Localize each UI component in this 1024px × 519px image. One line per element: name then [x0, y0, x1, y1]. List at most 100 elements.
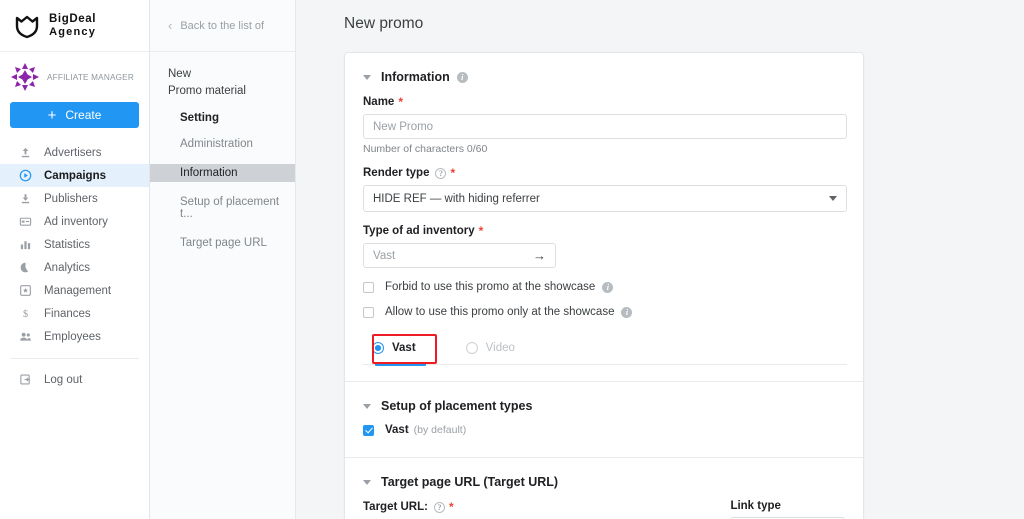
name-field-label: Name *	[363, 95, 845, 109]
information-section: Information i Name * New Promo Number of…	[345, 53, 863, 381]
info-icon[interactable]: i	[456, 71, 468, 83]
info-icon[interactable]: i	[621, 306, 633, 318]
render-type-label: Render type ? *	[363, 166, 845, 180]
chevron-left-icon: ‹	[168, 18, 173, 33]
subnav-item-administration[interactable]: Administration	[150, 135, 295, 153]
name-input-placeholder: New Promo	[373, 120, 434, 133]
ad-inventory-input[interactable]: Vast →	[363, 243, 556, 268]
subnav-item-information[interactable]: Information	[150, 164, 295, 183]
back-to-list-label: Back to the list of	[180, 19, 265, 32]
card-icon	[18, 215, 32, 229]
name-input[interactable]: New Promo	[363, 114, 847, 139]
required-asterisk: *	[450, 166, 456, 180]
allow-showcase-label: Allow to use this promo only at the show…	[385, 306, 615, 318]
placement-section-header: Setup of placement types	[363, 382, 845, 424]
required-asterisk: *	[478, 224, 484, 238]
snowflake-star-icon	[11, 63, 39, 91]
forbid-showcase-row[interactable]: Forbid to use this promo at the showcase…	[363, 281, 845, 293]
subpanel-title: New Promo material	[150, 52, 295, 99]
back-to-list-button[interactable]: ‹ Back to the list of	[150, 0, 295, 52]
radio-option-video[interactable]: Video	[457, 335, 524, 363]
ad-inventory-label: Type of ad inventory *	[363, 224, 845, 238]
create-button-label: Create	[65, 108, 102, 122]
sidebar-item-statistics[interactable]: Statistics	[0, 233, 149, 256]
subpanel-group-title: Setting	[180, 112, 219, 125]
sidebar-item-label: Advertisers	[44, 146, 102, 159]
play-circle-icon	[18, 169, 32, 183]
format-radio-group: Vast Video	[363, 331, 847, 366]
bar-chart-icon	[18, 238, 32, 252]
collapse-caret-icon[interactable]	[363, 479, 371, 485]
subpanel-title-line2: Promo material	[168, 84, 246, 97]
upload-arrow-icon	[18, 146, 32, 160]
download-arrow-icon	[18, 192, 32, 206]
radio-option-vast[interactable]: Vast	[363, 335, 425, 363]
active-tab-indicator	[375, 363, 426, 366]
info-icon[interactable]: i	[602, 281, 614, 293]
radio-video-label: Video	[485, 342, 515, 354]
collapse-caret-icon[interactable]	[363, 74, 371, 80]
collapse-caret-icon[interactable]	[363, 403, 371, 409]
arrow-right-icon[interactable]: →	[533, 248, 546, 263]
allow-showcase-row[interactable]: Allow to use this promo only at the show…	[363, 306, 845, 318]
radio-unselected-icon	[465, 342, 478, 354]
plus-icon: +	[47, 106, 57, 124]
target-url-label-text: Target URL:	[363, 501, 428, 513]
sidebar-item-analytics[interactable]: Analytics	[0, 256, 149, 279]
page-title: New promo	[344, 15, 424, 32]
people-icon	[18, 330, 32, 344]
sidebar-item-finances[interactable]: $ Finances	[0, 302, 149, 325]
target-url-column: Target URL: ? *	[363, 500, 712, 519]
settings-square-icon	[18, 284, 32, 298]
placement-heading: Setup of placement types	[381, 399, 533, 413]
affiliate-manager-block: AFFILIATE MANAGER	[0, 52, 149, 100]
affiliate-manager-label: AFFILIATE MANAGER	[47, 72, 134, 82]
subpanel-title-line1: New	[168, 68, 192, 80]
forbid-showcase-checkbox[interactable]	[363, 281, 374, 293]
chevron-down-icon	[829, 196, 837, 201]
brand-text: BigDeal Agency	[49, 13, 96, 39]
sidebar-item-campaigns[interactable]: Campaigns	[0, 164, 149, 187]
secondary-nav-panel: ‹ Back to the list of New Promo material…	[150, 0, 296, 519]
sidebar-item-ad-inventory[interactable]: Ad inventory	[0, 210, 149, 233]
pie-chart-icon	[18, 261, 32, 275]
placement-vast-checkbox[interactable]	[363, 424, 374, 436]
brand-header[interactable]: BigDeal Agency	[0, 0, 149, 52]
required-asterisk: *	[398, 95, 403, 109]
radio-vast-label: Vast	[392, 342, 416, 354]
sidebar-divider	[10, 358, 139, 359]
link-type-label: Link type	[730, 500, 845, 512]
dollar-icon: $	[18, 307, 32, 321]
render-type-select[interactable]: HIDE REF — with hiding referrer	[363, 185, 847, 212]
sidebar-item-advertisers[interactable]: Advertisers	[0, 141, 149, 164]
name-label-text: Name	[363, 96, 395, 108]
create-button[interactable]: + Create	[10, 102, 139, 128]
logout-icon	[18, 373, 32, 387]
brand-line1: BigDeal	[49, 12, 97, 25]
sidebar-item-employees[interactable]: Employees	[0, 325, 149, 348]
allow-showcase-checkbox[interactable]	[363, 306, 374, 318]
brand-line2: Agency	[49, 25, 97, 38]
sidebar-item-management[interactable]: Management	[0, 279, 149, 302]
sidebar-item-logout[interactable]: Log out	[0, 368, 149, 391]
shield-crest-icon	[15, 15, 39, 38]
forbid-showcase-label: Forbid to use this promo at the showcase	[385, 281, 596, 293]
placement-vast-label: Vast	[385, 424, 409, 436]
sidebar-nav: Advertisers Campaigns Publishers Ad inve…	[0, 141, 149, 391]
subnav-item-setup-placement[interactable]: Setup of placement t...	[150, 193, 295, 223]
main-content: New promo Information i Name * New Promo…	[296, 0, 1024, 519]
target-url-row: Target URL: ? * Link type	[363, 500, 845, 519]
placement-vast-note: (by default)	[413, 424, 467, 436]
ad-inventory-label-text: Type of ad inventory	[363, 225, 475, 237]
target-section: Target page URL (Target URL) Target URL:…	[345, 458, 863, 519]
information-section-header: Information i	[363, 53, 845, 95]
main-sidebar: BigDeal Agency AFFILIATE MANAGER + Creat…	[0, 0, 150, 519]
sidebar-item-label: Management	[44, 284, 112, 297]
info-icon[interactable]: ?	[435, 167, 447, 179]
sidebar-item-publishers[interactable]: Publishers	[0, 187, 149, 210]
link-type-column: Link type	[730, 500, 845, 519]
svg-text:$: $	[22, 309, 27, 320]
info-icon[interactable]: ?	[433, 501, 445, 513]
subnav-item-target-page-url[interactable]: Target page URL	[150, 234, 295, 252]
placement-vast-row[interactable]: Vast (by default)	[363, 424, 845, 436]
